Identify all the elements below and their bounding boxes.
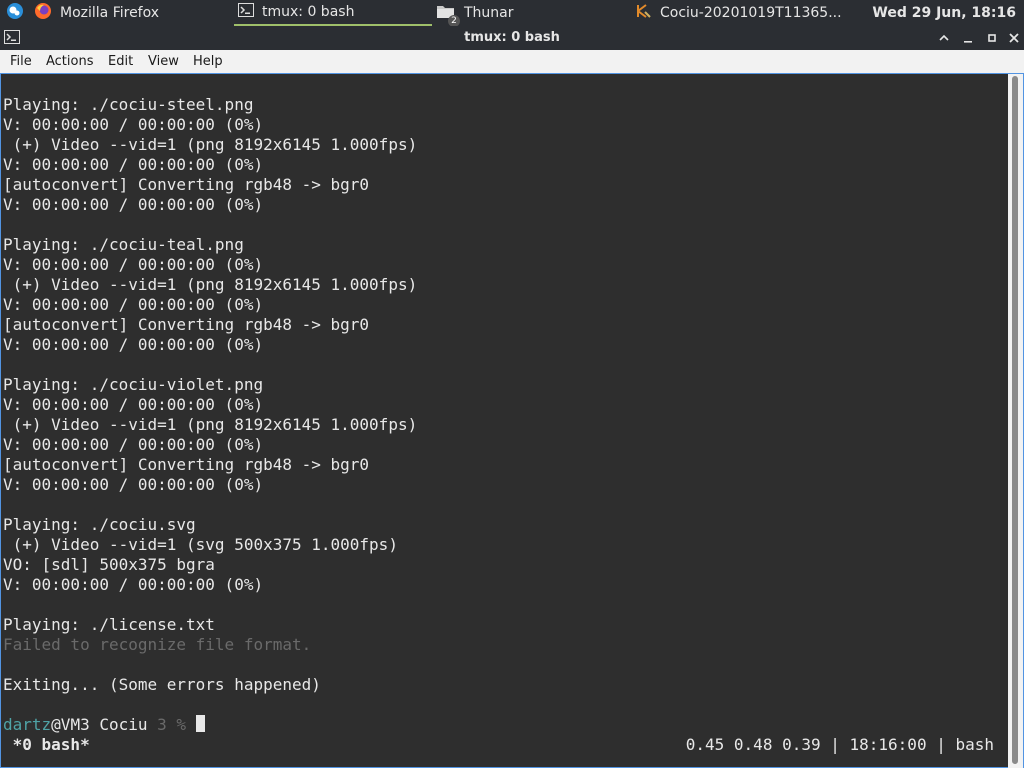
top-panel: Mozilla Firefox tmux: 0 bash 2 Thunar Co… — [0, 0, 1024, 27]
terminal-line: V: 00:00:00 / 00:00:00 (0%) — [3, 155, 264, 174]
prompt-host: @VM3 Cociu — [51, 715, 158, 734]
terminal-line: Playing: ./license.txt — [3, 615, 215, 634]
task-label: Mozilla Firefox — [60, 5, 160, 21]
terminal-line: V: 00:00:00 / 00:00:00 (0%) — [3, 435, 264, 454]
close-button[interactable] — [1002, 26, 1024, 50]
terminal-line: Playing: ./cociu-teal.png — [3, 235, 244, 254]
tmux-window-list[interactable]: *0 bash* — [3, 735, 90, 755]
maximize-icon — [986, 29, 998, 48]
terminal-line: [autoconvert] Converting rgb48 -> bgr0 — [3, 175, 370, 194]
scrollbar[interactable] — [1008, 74, 1024, 768]
prompt-number: 3 — [157, 715, 167, 734]
maximize-button[interactable] — [980, 26, 1004, 50]
terminal-error-line: Failed to recognize file format. — [3, 635, 312, 654]
menu-edit[interactable]: Edit — [108, 50, 133, 73]
terminal-line: Exiting... (Some errors happened) — [3, 675, 321, 694]
terminal-line: [autoconvert] Converting rgb48 -> bgr0 — [3, 315, 370, 334]
terminal-icon — [238, 3, 254, 21]
terminal-view[interactable]: Playing: ./cociu-steel.png V: 00:00:00 /… — [0, 74, 1008, 768]
menu-bar: File Actions Edit View Help — [0, 50, 1024, 74]
terminal-line: Playing: ./cociu.svg — [3, 515, 196, 534]
shade-button[interactable] — [932, 26, 956, 50]
window-title: tmux: 0 bash — [464, 30, 560, 45]
terminal-line: V: 00:00:00 / 00:00:00 (0%) — [3, 335, 264, 354]
terminal-line: V: 00:00:00 / 00:00:00 (0%) — [3, 575, 264, 594]
terminal-line: [autoconvert] Converting rgb48 -> bgr0 — [3, 455, 370, 474]
prompt-user: dartz — [3, 715, 52, 734]
minimize-button[interactable] — [956, 26, 980, 50]
menu-file[interactable]: File — [10, 50, 32, 73]
task-label: tmux: 0 bash — [262, 4, 355, 20]
terminal-line: (+) Video --vid=1 (png 8192x6145 1.000fp… — [3, 275, 418, 294]
folder-icon: 2 — [436, 2, 460, 27]
terminal-line: V: 00:00:00 / 00:00:00 (0%) — [3, 255, 264, 274]
window-titlebar[interactable]: tmux: 0 bash — [0, 26, 1024, 50]
terminal-line: Playing: ./cociu-steel.png — [3, 95, 254, 114]
text-cursor — [195, 715, 205, 732]
terminal-line: V: 00:00:00 / 00:00:00 (0%) — [3, 115, 264, 134]
prompt-sign: % — [166, 715, 196, 734]
menu-help[interactable]: Help — [193, 50, 223, 73]
terminal-line: V: 00:00:00 / 00:00:00 (0%) — [3, 195, 264, 214]
terminal-line: (+) Video --vid=1 (png 8192x6145 1.000fp… — [3, 135, 418, 154]
terminal-line: V: 00:00:00 / 00:00:00 (0%) — [3, 295, 264, 314]
shell-prompt: dartz@VM3 Cociu 3 % — [3, 715, 205, 735]
task-label: Thunar — [464, 5, 514, 21]
minimize-icon — [962, 29, 974, 48]
task-thunar[interactable]: 2 Thunar — [436, 0, 632, 27]
task-tmux[interactable]: tmux: 0 bash — [234, 0, 432, 26]
task-inkscape[interactable]: Cociu-20201019T11365... — [636, 0, 842, 26]
app-menu-button[interactable] — [6, 0, 30, 26]
terminal-line: (+) Video --vid=1 (svg 500x375 1.000fps) — [3, 535, 398, 554]
firefox-icon — [34, 2, 52, 24]
menu-actions[interactable]: Actions — [46, 50, 94, 73]
terminal-line: (+) Video --vid=1 (png 8192x6145 1.000fp… — [3, 415, 418, 434]
inkscape-icon — [636, 3, 652, 23]
scrollbar-thumb[interactable] — [1012, 76, 1018, 764]
terminal-line: Playing: ./cociu-violet.png — [3, 375, 264, 394]
chevron-up-icon — [938, 29, 950, 48]
task-label: Cociu-20201019T11365... — [660, 5, 842, 21]
tmux-status-right: 0.45 0.48 0.39 | 18:16:00 | bash — [685, 735, 994, 754]
xfce-mouse-icon — [6, 2, 24, 24]
close-icon — [1008, 29, 1020, 48]
task-firefox[interactable]: Mozilla Firefox — [34, 0, 230, 26]
clock[interactable]: Wed 29 Jun, 18:16 — [872, 0, 1016, 26]
terminal-line: V: 00:00:00 / 00:00:00 (0%) — [3, 475, 264, 494]
terminal-line: V: 00:00:00 / 00:00:00 (0%) — [3, 395, 264, 414]
menu-view[interactable]: View — [148, 50, 179, 73]
terminal-line: VO: [sdl] 500x375 bgra — [3, 555, 215, 574]
